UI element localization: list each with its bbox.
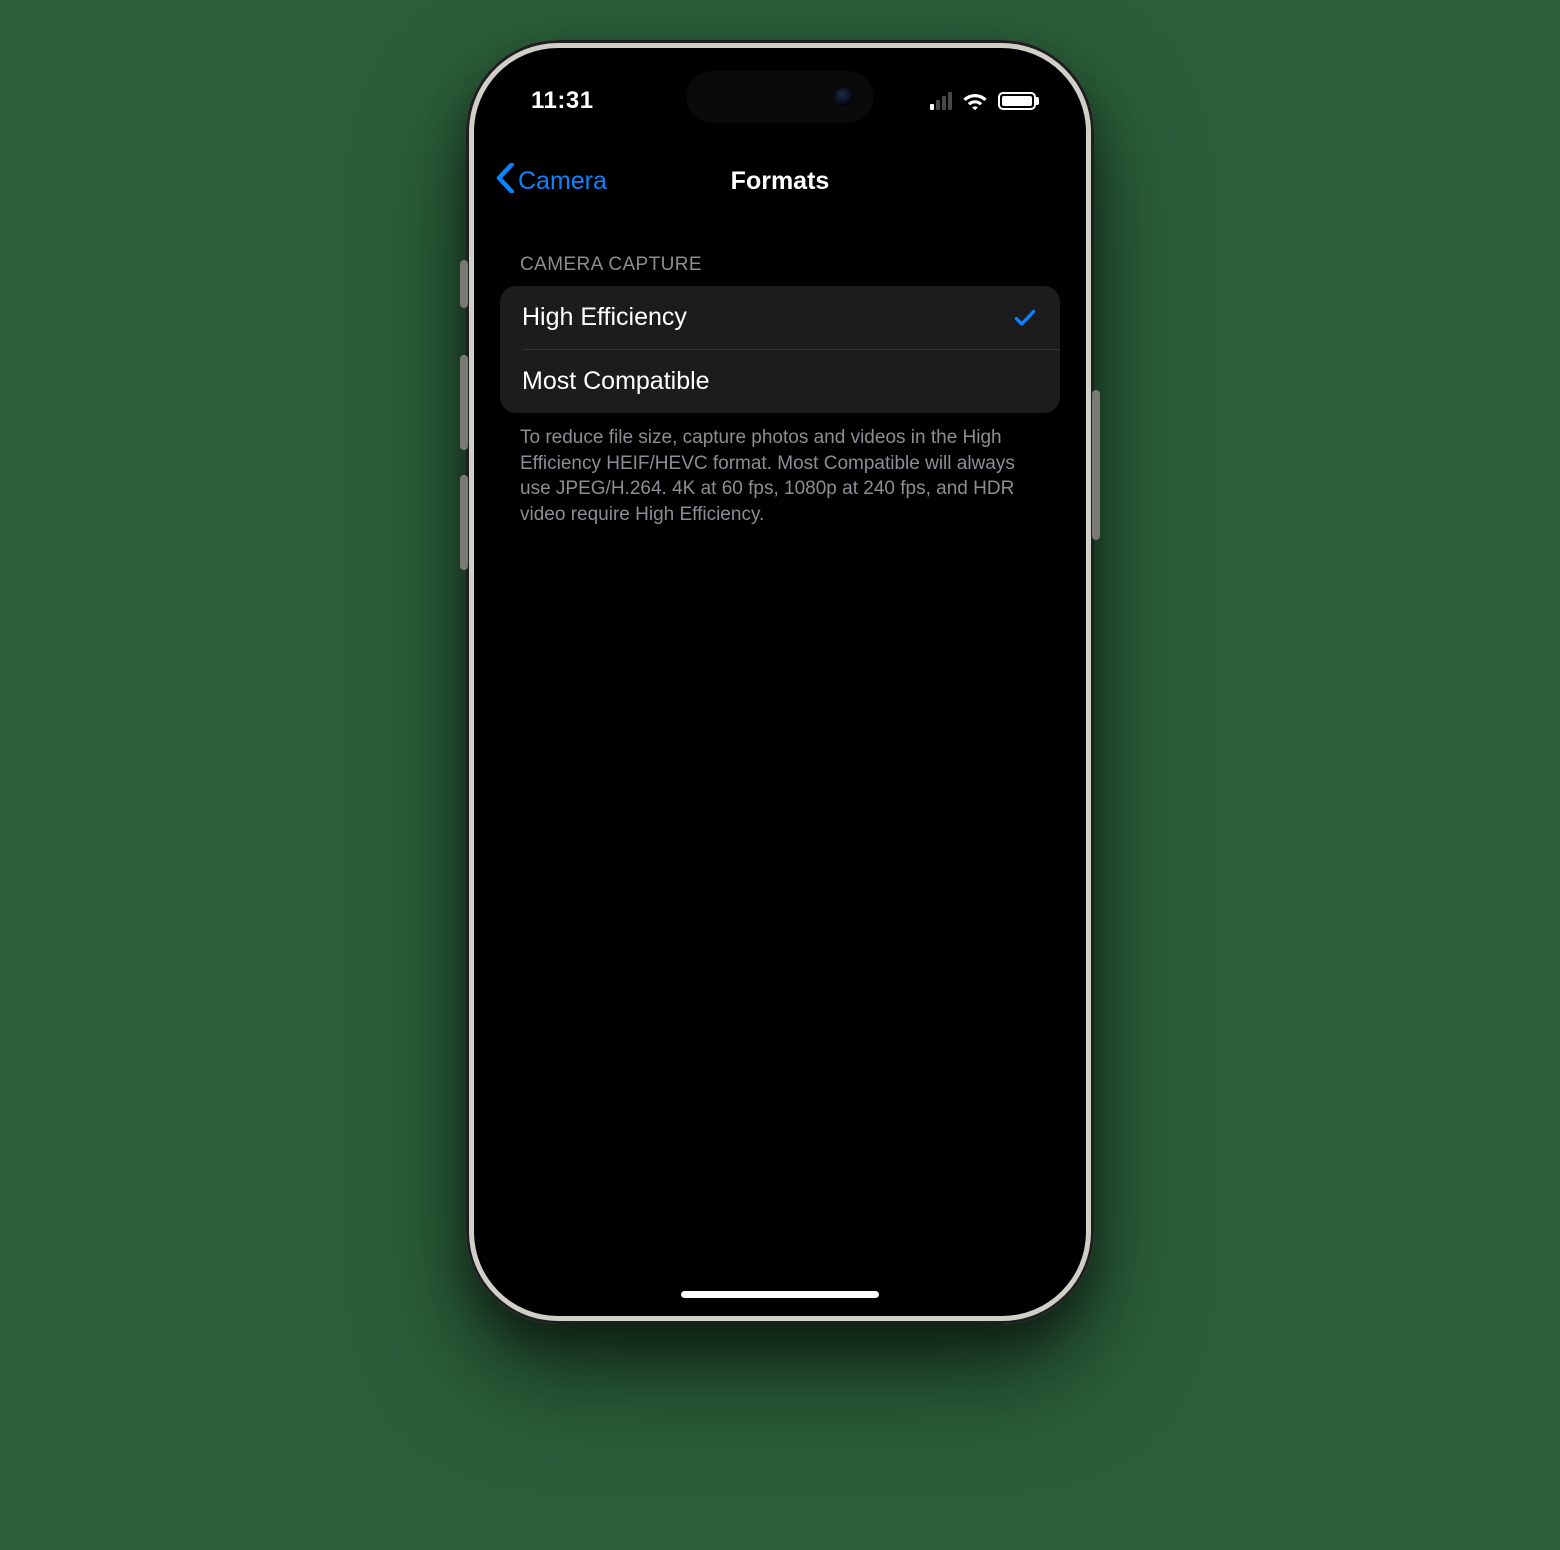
section-footer: To reduce file size, capture photos and … xyxy=(500,413,1060,528)
chevron-left-icon xyxy=(496,163,514,200)
back-label: Camera xyxy=(518,167,607,196)
option-label: High Efficiency xyxy=(522,303,687,332)
volume-up-button[interactable] xyxy=(460,355,468,450)
cellular-icon xyxy=(930,92,952,110)
screen: 11:31 xyxy=(476,50,1084,1314)
home-indicator[interactable] xyxy=(681,1291,879,1298)
option-group: High Efficiency Most Compatible xyxy=(500,286,1060,413)
phone-frame: 11:31 xyxy=(466,40,1094,1324)
section-header: CAMERA CAPTURE xyxy=(500,240,1060,286)
volume-down-button[interactable] xyxy=(460,475,468,570)
checkmark-icon xyxy=(1012,305,1038,331)
nav-bar: Camera Formats xyxy=(476,150,1084,212)
content: CAMERA CAPTURE High Efficiency Most Comp… xyxy=(476,240,1084,528)
wifi-icon xyxy=(962,91,988,111)
front-camera-icon xyxy=(835,88,853,106)
option-most-compatible[interactable]: Most Compatible xyxy=(522,349,1060,413)
battery-icon xyxy=(998,92,1036,110)
back-button[interactable]: Camera xyxy=(496,163,607,200)
clock: 11:31 xyxy=(531,87,594,115)
option-high-efficiency[interactable]: High Efficiency xyxy=(500,286,1060,349)
option-label: Most Compatible xyxy=(522,367,710,396)
silent-switch[interactable] xyxy=(460,260,468,308)
dynamic-island xyxy=(687,72,873,122)
power-button[interactable] xyxy=(1092,390,1100,540)
